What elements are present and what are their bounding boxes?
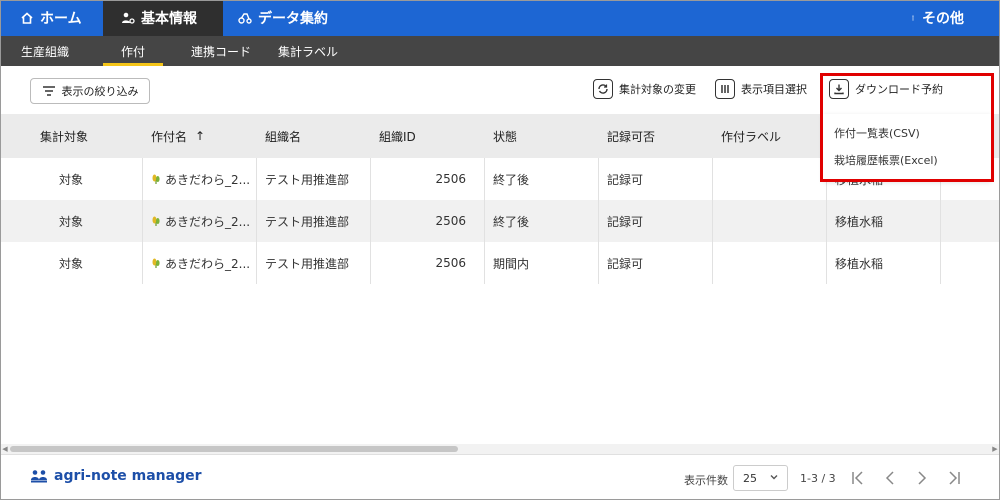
col-header-status[interactable]: 状態: [485, 114, 517, 158]
scroll-right-arrow-icon[interactable]: ▶: [990, 444, 1000, 454]
change-target-button[interactable]: 集計対象の変更: [593, 79, 696, 99]
cell-planting-name-text: あきだわら_2...: [165, 256, 251, 271]
cell-org-id: 2506: [371, 200, 485, 242]
cell-planting-name-text: あきだわら_2...: [165, 172, 251, 187]
nav-more[interactable]: その他: [910, 0, 964, 36]
crop-icon: [152, 216, 160, 226]
nav-basic-info-label: 基本情報: [141, 11, 197, 27]
cell-target: 対象: [0, 242, 143, 284]
select-columns-button[interactable]: 表示項目選択: [715, 79, 807, 99]
tractor-icon: [238, 13, 252, 24]
table-row[interactable]: 対象 あきだわら_2... テスト用推進部 2506 期間内 記録可 移植水稲: [0, 242, 1000, 284]
cell-planting-label: [713, 158, 827, 200]
cell-org-id: 2506: [371, 242, 485, 284]
people-logo-icon: [31, 470, 47, 483]
first-page-icon[interactable]: [850, 470, 866, 486]
cell-planting-name: あきだわら_2...: [143, 200, 257, 242]
brand-logo: agri-note manager: [30, 468, 202, 484]
col-header-planting-name[interactable]: 作付名 ↑: [143, 114, 205, 158]
cell-planting-label: [713, 200, 827, 242]
cell-record: 記録可: [599, 158, 713, 200]
table-row[interactable]: 対象 あきだわら_2... テスト用推進部 2506 終了後 記録可 移植水稲: [0, 200, 1000, 242]
cell-planting-name-text: あきだわら_2...: [165, 214, 251, 229]
cell-status: 終了後: [485, 158, 599, 200]
sort-ascending-icon: ↑: [195, 129, 206, 143]
columns-icon: [715, 79, 735, 99]
crop-icon: [152, 258, 160, 268]
nav-more-label: その他: [922, 11, 964, 27]
crop-icon: [152, 174, 160, 184]
cell-org-name: テスト用推進部: [257, 242, 371, 284]
per-page-value: 25: [743, 471, 757, 485]
cell-org-id: 2506: [371, 158, 485, 200]
cell-org-name: テスト用推進部: [257, 158, 371, 200]
nav-home-label: ホーム: [40, 11, 82, 27]
per-page-label: 表示件数: [684, 474, 728, 487]
cell-status: 期間内: [485, 242, 599, 284]
nav-data-aggregation[interactable]: データ集約: [238, 0, 328, 36]
scroll-left-arrow-icon[interactable]: ◀: [0, 444, 10, 454]
cell-target: 対象: [0, 158, 143, 200]
col-header-planting-label[interactable]: 作付ラベル: [713, 114, 781, 158]
more-vertical-icon: [912, 15, 914, 21]
next-page-icon[interactable]: [914, 470, 930, 486]
tab-production-org[interactable]: 生産組織: [10, 36, 80, 66]
per-page-select[interactable]: 25: [733, 465, 788, 491]
select-columns-label: 表示項目選択: [741, 83, 807, 96]
col-header-record[interactable]: 記録可否: [599, 114, 655, 158]
tab-planting[interactable]: 作付: [103, 36, 163, 66]
highlight-box: [820, 73, 994, 182]
nav-data-aggregation-label: データ集約: [258, 11, 328, 27]
tab-link-code[interactable]: 連携コード: [183, 36, 259, 66]
filter-button[interactable]: 表示の絞り込み: [30, 78, 150, 104]
col-header-planting-name-label: 作付名: [151, 129, 188, 144]
people-gear-icon: [122, 12, 135, 24]
page-range: 1-3 / 3: [800, 472, 836, 485]
cell-target: 対象: [0, 200, 143, 242]
cell-status: 終了後: [485, 200, 599, 242]
last-page-icon[interactable]: [946, 470, 962, 486]
change-target-label: 集計対象の変更: [619, 83, 696, 96]
col-header-org-id[interactable]: 組織ID: [371, 114, 416, 158]
cell-planting-name: あきだわら_2...: [143, 242, 257, 284]
cell-record: 記録可: [599, 242, 713, 284]
col-header-org-name[interactable]: 組織名: [257, 114, 301, 158]
scrollbar-thumb[interactable]: [10, 446, 458, 452]
previous-page-icon[interactable]: [882, 470, 898, 486]
tab-aggregation-label[interactable]: 集計ラベル: [268, 36, 348, 66]
cell-org-name: テスト用推進部: [257, 200, 371, 242]
refresh-icon: [593, 79, 613, 99]
filter-lines-icon: [42, 86, 55, 96]
cell-planting-label: [713, 242, 827, 284]
home-icon: [21, 12, 33, 24]
cell-crop: 移植水稲: [827, 242, 941, 284]
nav-basic-info[interactable]: 基本情報: [103, 0, 223, 36]
cell-record: 記録可: [599, 200, 713, 242]
filter-button-label: 表示の絞り込み: [61, 85, 139, 98]
col-header-target[interactable]: 集計対象: [32, 114, 88, 158]
cell-planting-name: あきだわら_2...: [143, 158, 257, 200]
cell-crop: 移植水稲: [827, 200, 941, 242]
chevron-down-icon: [770, 475, 778, 480]
nav-home[interactable]: ホーム: [20, 0, 82, 36]
brand-name: agri-note manager: [54, 468, 202, 484]
